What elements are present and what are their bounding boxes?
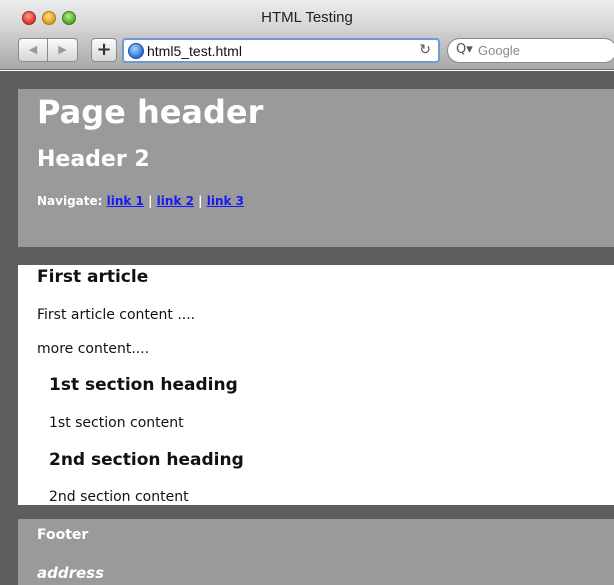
article-paragraph: more content....: [37, 341, 150, 357]
section-content: 2nd section content: [49, 489, 189, 505]
reload-icon[interactable]: ↻: [419, 42, 431, 58]
nav-link-3[interactable]: link 3: [207, 194, 244, 208]
section-content: 1st section content: [49, 415, 184, 431]
page-footer: Footer address: [18, 519, 614, 585]
add-bookmark-button[interactable]: +: [91, 38, 117, 62]
search-placeholder: Google: [478, 43, 520, 58]
footer-address: address: [37, 564, 105, 582]
back-arrow-icon: ◀: [28, 43, 38, 56]
section-heading: 1st section heading: [49, 375, 238, 395]
page-header-section: Page header Header 2 Navigate: link 1 | …: [18, 89, 614, 247]
forward-arrow-icon: ▶: [58, 43, 67, 56]
article-title: First article: [37, 267, 149, 287]
title-bar: HTML Testing: [0, 0, 614, 32]
search-icon[interactable]: Q▾: [456, 42, 473, 57]
window-title: HTML Testing: [261, 9, 353, 26]
nav-link-2[interactable]: link 2: [157, 194, 194, 208]
nav-separator: |: [148, 194, 153, 208]
page-subtitle: Header 2: [37, 147, 150, 172]
browser-toolbar: ◀ ▶ + html5_test.html ↻ Q▾ Google: [0, 32, 614, 70]
globe-icon: [128, 43, 144, 59]
article-paragraph: First article content ....: [37, 307, 196, 323]
navigation: Navigate: link 1 | link 2 | link 3: [37, 194, 244, 208]
page-title: Page header: [37, 93, 264, 131]
search-field[interactable]: Q▾ Google: [447, 38, 614, 63]
article: First article First article content ....…: [18, 265, 614, 505]
plus-icon: +: [96, 39, 112, 60]
forward-button[interactable]: ▶: [48, 38, 78, 62]
page-viewport: Page header Header 2 Navigate: link 1 | …: [0, 71, 614, 585]
back-button[interactable]: ◀: [18, 38, 48, 62]
address-bar[interactable]: html5_test.html ↻: [122, 38, 440, 63]
nav-link-1[interactable]: link 1: [107, 194, 144, 208]
nav-label: Navigate:: [37, 194, 103, 208]
url-text[interactable]: html5_test.html: [147, 43, 242, 59]
nav-separator: |: [198, 194, 203, 208]
footer-label: Footer: [37, 527, 89, 543]
section-heading: 2nd section heading: [49, 450, 244, 470]
